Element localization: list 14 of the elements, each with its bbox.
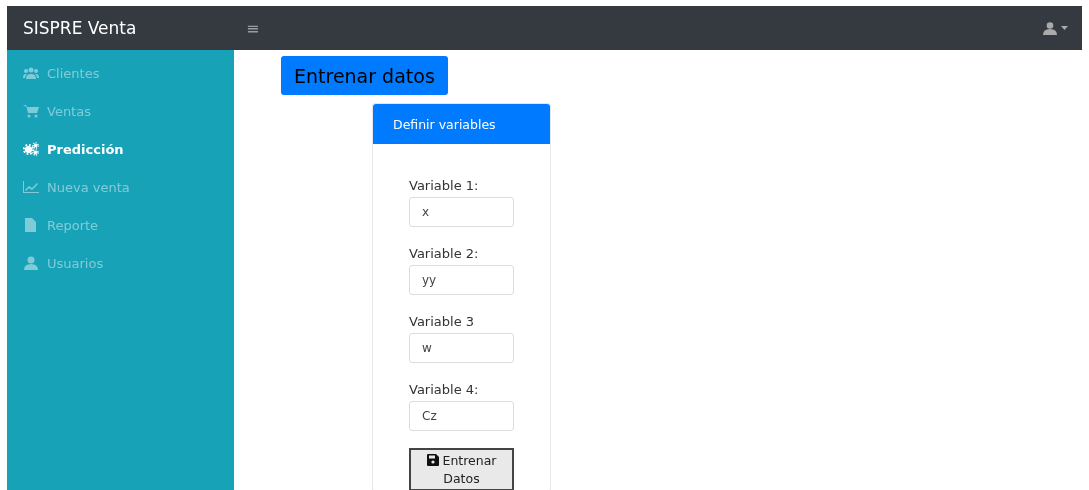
sidebar-item[interactable]: Predicción <box>7 130 234 168</box>
variable-field[interactable]: yy <box>409 265 514 295</box>
brand-title[interactable]: SISPRE Venta <box>7 18 234 38</box>
field-label: Variable 2: <box>409 245 480 263</box>
field-label: Variable 3 <box>409 313 476 331</box>
train-data-button[interactable]: Entrenar datos <box>281 56 448 95</box>
card-header: Definir variables <box>373 104 550 144</box>
variable-field[interactable]: w <box>409 333 514 363</box>
train-data-submit-button[interactable]: Entrenar Datos <box>409 448 514 490</box>
field-label: Variable 4: <box>409 381 480 399</box>
menu-icon[interactable]: ≡ <box>246 18 260 38</box>
variable-field[interactable]: Cz <box>409 401 514 431</box>
variable-field[interactable]: x <box>409 197 514 227</box>
field-label: Variable 1: <box>409 177 480 195</box>
